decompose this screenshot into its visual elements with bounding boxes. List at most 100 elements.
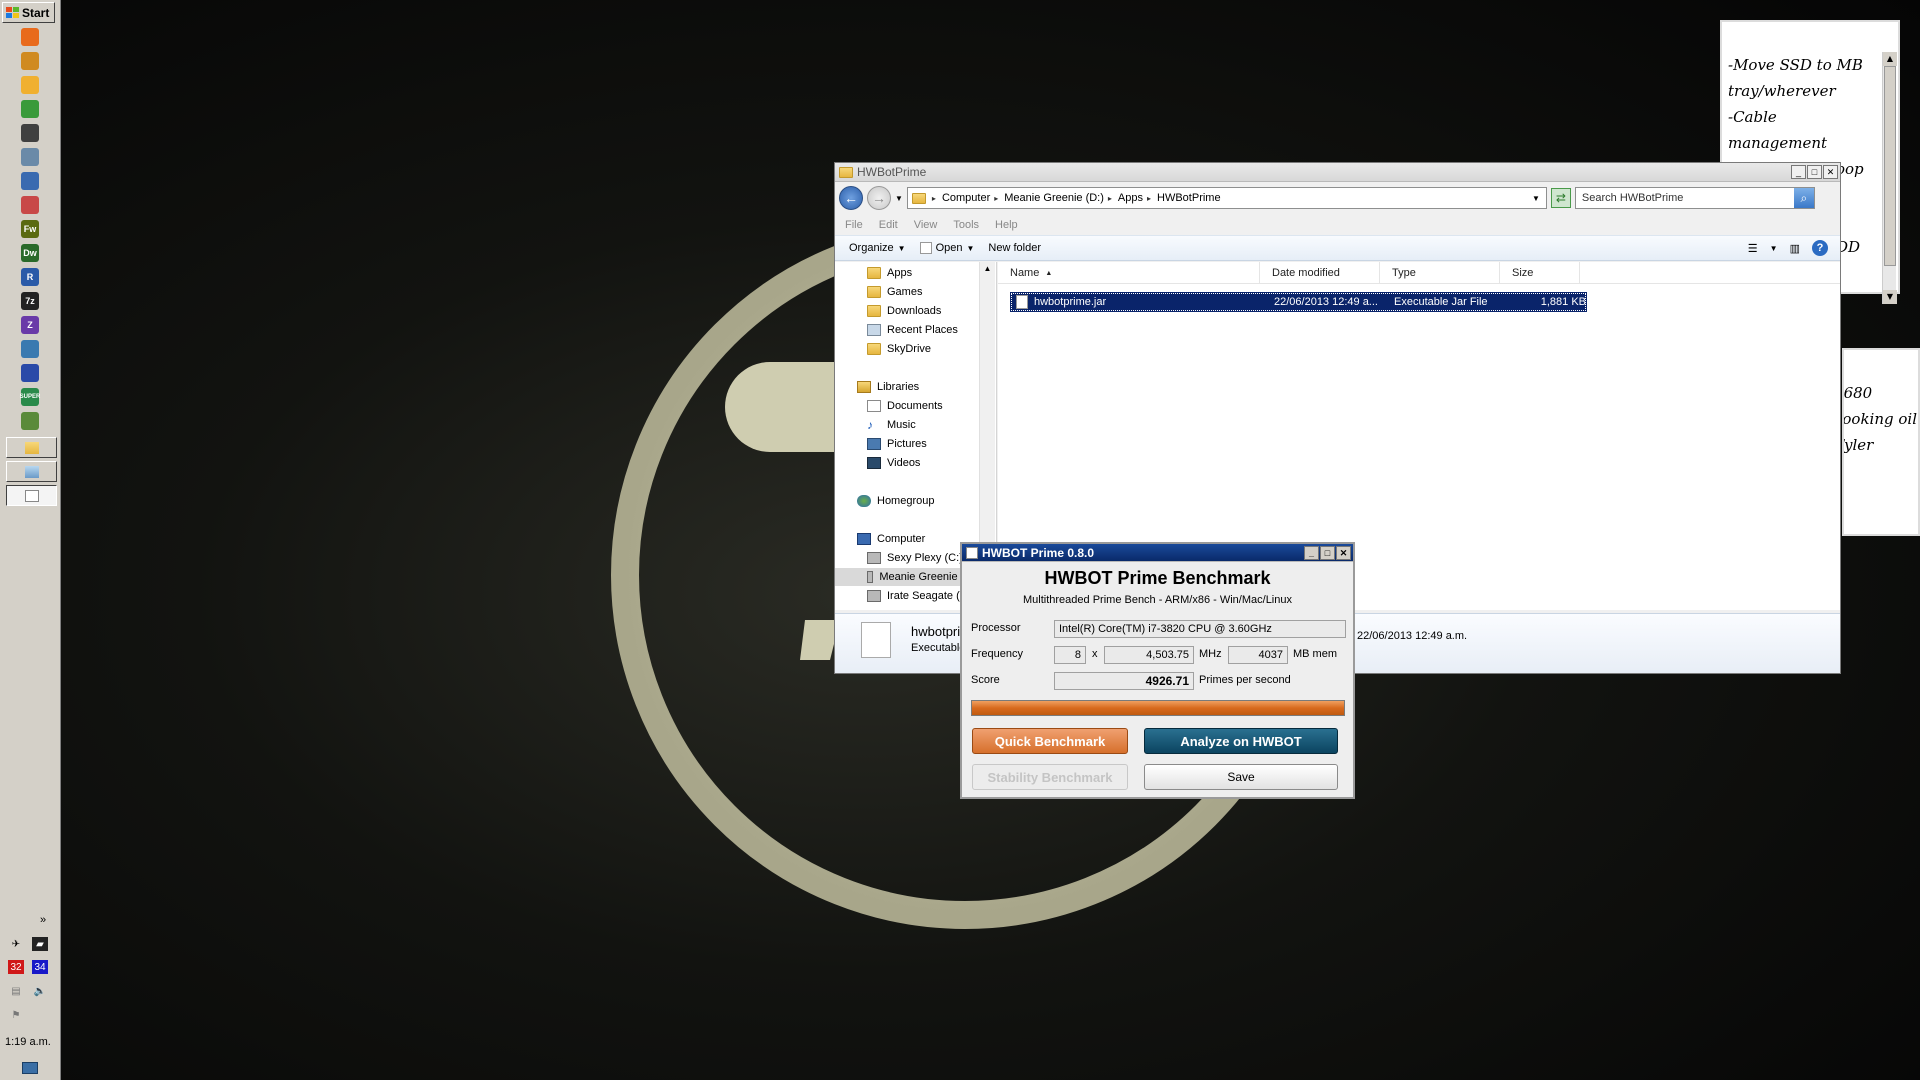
nav-item-libraries[interactable]: Libraries [857, 378, 919, 396]
analyze-on-hwbot-button[interactable]: Analyze on HWBOT [1144, 728, 1338, 754]
column-date[interactable]: Date modified [1260, 262, 1380, 284]
temp-core1-badge[interactable]: 34 [32, 960, 48, 974]
nav-item-drive-e[interactable]: Irate Seagate (E:) [867, 587, 974, 605]
hwbot-titlebar[interactable]: HWBOT Prime 0.8.0 _ □ ✕ [962, 544, 1353, 562]
back-button[interactable]: ← [839, 186, 863, 210]
nav-item-homegroup[interactable]: Homegroup [857, 492, 934, 510]
nav-item-pictures[interactable]: Pictures [867, 435, 927, 453]
taskbar-button-explorer[interactable] [6, 437, 57, 458]
nav-item-drive-d[interactable]: Meanie Greenie (D:) [835, 568, 979, 586]
sticky-scrollbar[interactable]: ▲ ▼ [1882, 52, 1897, 304]
chevron-down-icon[interactable]: ▼ [966, 244, 974, 253]
python-icon[interactable] [21, 172, 39, 190]
scroll-down-icon[interactable]: ▼ [1883, 290, 1897, 304]
search-input[interactable]: Search HWBotPrime ⌕ [1574, 187, 1815, 209]
minimize-button[interactable]: _ [1791, 165, 1806, 179]
show-desktop-button[interactable] [22, 1062, 38, 1074]
nav-item-skydrive[interactable]: SkyDrive [867, 340, 931, 358]
audio-icon[interactable] [21, 148, 39, 166]
volume-icon[interactable]: 🔈 [32, 984, 48, 998]
address-dropdown-icon[interactable]: ▼ [1532, 194, 1540, 203]
7zip-icon[interactable]: 7z [21, 292, 39, 310]
menu-edit[interactable]: Edit [879, 219, 898, 231]
nav-item-apps[interactable]: Apps [867, 264, 912, 282]
open-button[interactable]: Open ▼ [919, 242, 974, 254]
scroll-up-icon[interactable]: ▲ [1883, 52, 1897, 66]
superpi-icon[interactable]: SUPER [20, 388, 40, 406]
tray-expand-icon[interactable]: » [40, 914, 46, 926]
maximize-button[interactable]: □ [1320, 545, 1335, 560]
temp-core0-badge[interactable]: 32 [8, 960, 24, 974]
nav-item-recent-places[interactable]: Recent Places [867, 321, 958, 339]
taskbar-button-hwbot[interactable] [6, 485, 57, 506]
breadcrumb-chevron-icon[interactable]: ▸ [932, 194, 936, 203]
help-icon[interactable]: ? [1812, 240, 1828, 256]
minimize-button[interactable]: _ [1304, 545, 1319, 560]
forward-button[interactable]: → [867, 186, 891, 210]
table-row[interactable]: hwbotprime.jar 22/06/2013 12:49 a... Exe… [1010, 292, 1587, 312]
preview-pane-icon[interactable]: ▥ [1790, 242, 1800, 255]
open-label: Open [935, 242, 963, 254]
view-options-icon[interactable]: ☰ [1748, 242, 1758, 255]
steam-icon[interactable] [21, 124, 39, 142]
nav-item-drive-c[interactable]: Sexy Plexy (C:) [867, 549, 963, 567]
clock[interactable]: 1:19 a.m. [5, 1036, 51, 1048]
menu-view[interactable]: View [914, 219, 938, 231]
chevron-icon[interactable]: ▸ [1147, 194, 1151, 203]
close-button[interactable]: ✕ [1823, 165, 1838, 179]
address-bar[interactable]: ▸ Computer ▸ Meanie Greenie (D:) ▸ Apps ▸ H… [906, 187, 1547, 209]
search-icon[interactable]: ⌕ [1793, 188, 1814, 208]
clock-app-icon[interactable] [21, 76, 39, 94]
scroll-thumb[interactable] [1884, 66, 1896, 266]
r-language-icon[interactable]: R [21, 268, 39, 286]
sticky-note-2[interactable]: i 680 cooking oil Tyler r [1842, 348, 1920, 536]
mem-unit: MB mem [1293, 648, 1337, 660]
maximize-button[interactable]: □ [1807, 165, 1822, 179]
monitor-icon[interactable] [21, 412, 39, 430]
utorrent-icon[interactable] [21, 100, 39, 118]
network-tray-icon[interactable]: ▤ [8, 984, 24, 998]
explorer-titlebar[interactable]: HWBotPrime _ □ ✕ [835, 163, 1840, 182]
breadcrumb-hwbotprime[interactable]: HWBotPrime [1157, 192, 1221, 204]
column-type[interactable]: Type [1380, 262, 1500, 284]
refresh-button[interactable]: ⇄ [1550, 188, 1571, 208]
compass-icon[interactable] [21, 52, 39, 70]
equalizer-icon[interactable] [21, 196, 39, 214]
breadcrumb-drive[interactable]: Meanie Greenie (D:) ▸ [1004, 192, 1112, 204]
fireworks-icon[interactable]: Fw [21, 220, 39, 238]
quick-benchmark-button[interactable]: Quick Benchmark [972, 728, 1128, 754]
card-icon[interactable]: ▰ [32, 937, 48, 951]
chevron-icon[interactable]: ▸ [1108, 194, 1112, 203]
taskbar-button-explorer-2[interactable] [6, 461, 57, 482]
menu-tools[interactable]: Tools [953, 219, 979, 231]
start-button[interactable]: Start [2, 2, 55, 23]
firefox-icon[interactable] [21, 28, 39, 46]
scroll-up-icon[interactable]: ▲ [980, 262, 995, 276]
save-button[interactable]: Save [1144, 764, 1338, 790]
satellite-icon[interactable]: ✈ [8, 937, 24, 951]
nav-item-music[interactable]: ♪ Music [867, 416, 916, 434]
column-name[interactable]: Name ▲ [998, 262, 1260, 284]
stability-benchmark-button[interactable]: Stability Benchmark [972, 764, 1128, 790]
menu-file[interactable]: File [845, 219, 863, 231]
breadcrumb-apps[interactable]: Apps ▸ [1118, 192, 1151, 204]
chevron-icon[interactable]: ▸ [994, 194, 998, 203]
globe-icon[interactable] [21, 364, 39, 382]
breadcrumb-computer[interactable]: Computer ▸ [942, 192, 998, 204]
organize-button[interactable]: Organize ▼ [849, 242, 906, 254]
recent-pages-dropdown-icon[interactable]: ▼ [895, 194, 903, 203]
action-center-flag-icon[interactable]: ⚑ [8, 1008, 24, 1022]
menu-help[interactable]: Help [995, 219, 1018, 231]
close-button[interactable]: ✕ [1336, 545, 1351, 560]
chevron-down-icon[interactable]: ▼ [1770, 244, 1778, 253]
nav-item-downloads[interactable]: Downloads [867, 302, 941, 320]
new-folder-button[interactable]: New folder [988, 242, 1041, 254]
column-size[interactable]: Size [1500, 262, 1580, 284]
z-app-icon[interactable]: Z [21, 316, 39, 334]
nav-item-videos[interactable]: Videos [867, 454, 920, 472]
dreamweaver-icon[interactable]: Dw [21, 244, 39, 262]
nav-item-documents[interactable]: Documents [867, 397, 943, 415]
nav-item-computer[interactable]: Computer [857, 530, 925, 548]
network-icon[interactable] [21, 340, 39, 358]
nav-item-games[interactable]: Games [867, 283, 922, 301]
